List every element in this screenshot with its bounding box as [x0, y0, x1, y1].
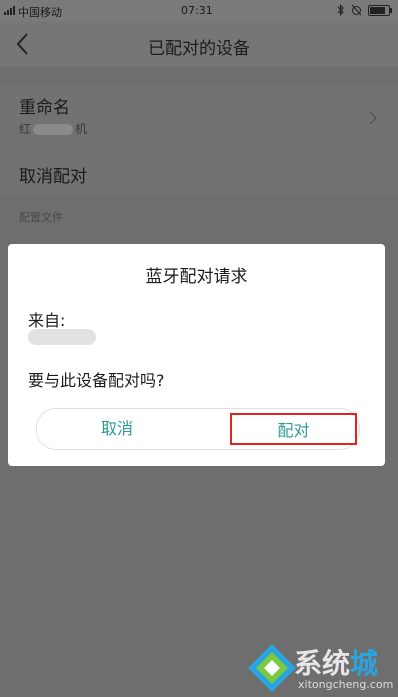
from-label: 来自:: [28, 311, 66, 330]
device-name: 红机: [19, 120, 87, 137]
bluetooth-icon: [337, 4, 344, 16]
unpair-row[interactable]: 取消配对: [0, 149, 398, 195]
watermark-brand-part1: 系统: [294, 647, 351, 680]
carrier-label: 中国移动: [18, 6, 62, 19]
alarm-off-icon: [351, 4, 362, 16]
cancel-button[interactable]: 取消: [37, 409, 197, 449]
rename-label: 重命名: [19, 98, 70, 118]
pairing-dialog: 蓝牙配对请求 来自: 要与此设备配对吗? 取消 配对: [8, 244, 385, 466]
redacted-device-name: [28, 329, 96, 345]
pair-button[interactable]: 配对: [230, 413, 357, 445]
pair-question: 要与此设备配对吗?: [28, 371, 165, 390]
rename-row[interactable]: 重命名 红机: [0, 85, 398, 149]
signal-icon: [4, 6, 15, 15]
header-bar: 已配对的设备: [0, 22, 398, 67]
watermark: 系统城 xitongcheng.com: [246, 642, 396, 697]
watermark-url: xitongcheng.com: [298, 678, 394, 691]
device-name-suffix: 机: [75, 122, 88, 136]
profiles-section-header: 配置文件: [19, 211, 63, 224]
status-bar: 中国移动 07:31: [0, 0, 398, 22]
clock: 07:31: [181, 4, 213, 17]
watermark-brand-part2: 城: [350, 647, 379, 680]
battery-icon: [368, 4, 392, 16]
watermark-brand: 系统城: [294, 642, 378, 682]
watermark-logo: [248, 644, 296, 692]
dialog-button-bar: 取消 配对: [36, 408, 360, 450]
chevron-right-icon: [369, 111, 378, 125]
device-name-prefix: 红: [19, 122, 32, 136]
status-icons: [337, 4, 392, 16]
redacted-mask: [33, 124, 74, 135]
page-title: 已配对的设备: [148, 39, 250, 59]
dialog-title: 蓝牙配对请求: [145, 267, 248, 287]
unpair-label: 取消配对: [19, 167, 87, 187]
